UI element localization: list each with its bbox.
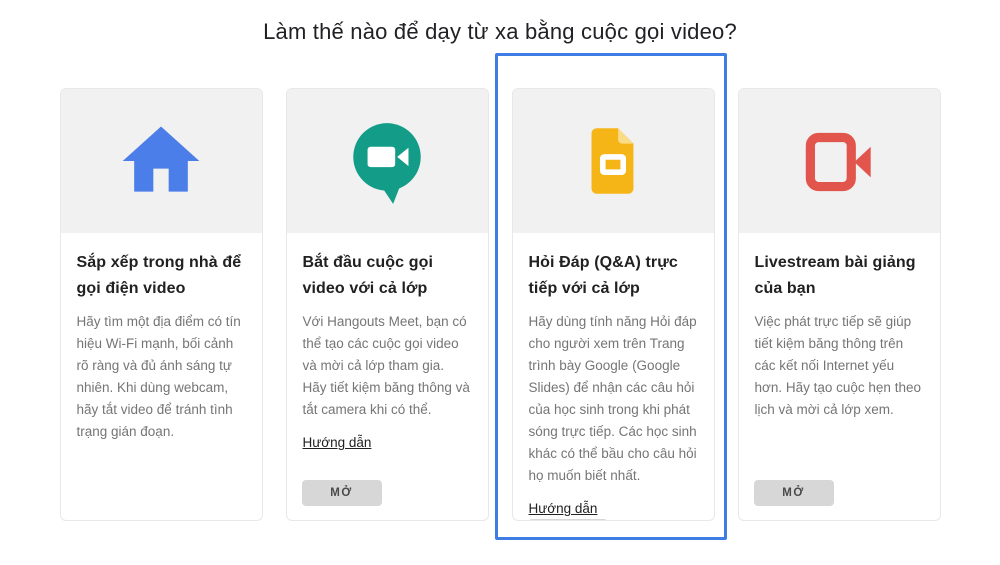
card-icon-area xyxy=(61,89,262,233)
card: Livestream bài giảng của bạn Việc phát t… xyxy=(738,88,941,521)
card-footer: MỞ xyxy=(739,480,940,520)
guide-link[interactable]: Hướng dẫn xyxy=(303,433,372,453)
card-start-video-call: Bắt đầu cuộc gọi video với cả lớp Với Ha… xyxy=(286,88,489,521)
card-qa-live: Hỏi Đáp (Q&A) trực tiếp với cả lớp Hãy d… xyxy=(512,88,715,521)
card-icon-area xyxy=(287,89,488,233)
hangouts-meet-icon xyxy=(341,115,433,207)
card: Bắt đầu cuộc gọi video với cả lớp Với Ha… xyxy=(286,88,489,521)
card-text: Hãy tìm một địa điểm có tín hiệu Wi-Fi m… xyxy=(77,311,246,443)
open-button[interactable]: MỞ xyxy=(754,480,834,506)
card-body: Livestream bài giảng của bạn Việc phát t… xyxy=(739,233,940,480)
card-body: Sắp xếp trong nhà để gọi điện video Hãy … xyxy=(61,233,262,520)
card-heading: Bắt đầu cuộc gọi video với cả lớp xyxy=(303,250,472,302)
card-icon-area xyxy=(513,89,714,233)
card-text: Hãy dùng tính năng Hỏi đáp cho người xem… xyxy=(529,311,698,487)
card-footer: MỞ xyxy=(287,480,488,520)
page-title: Làm thế nào để dạy từ xa bằng cuộc gọi v… xyxy=(0,16,1000,48)
open-button[interactable]: MỞ xyxy=(528,519,608,521)
open-button[interactable]: MỞ xyxy=(302,480,382,506)
card-livestream: Livestream bài giảng của bạn Việc phát t… xyxy=(738,88,941,521)
guide-link[interactable]: Hướng dẫn xyxy=(529,499,598,519)
card-body: Hỏi Đáp (Q&A) trực tiếp với cả lớp Hãy d… xyxy=(513,233,714,519)
card-icon-area xyxy=(739,89,940,233)
card: Hỏi Đáp (Q&A) trực tiếp với cả lớp Hãy d… xyxy=(512,88,715,521)
google-slides-icon xyxy=(567,115,659,207)
card-body: Bắt đầu cuộc gọi video với cả lớp Với Ha… xyxy=(287,233,488,480)
home-icon xyxy=(115,115,207,207)
card-footer: MỞ xyxy=(513,519,714,521)
card-setup-home: Sắp xếp trong nhà để gọi điện video Hãy … xyxy=(60,88,263,521)
card-heading: Sắp xếp trong nhà để gọi điện video xyxy=(77,250,246,302)
card-text: Với Hangouts Meet, bạn có thể tạo các cu… xyxy=(303,311,472,421)
livestream-camera-icon xyxy=(793,115,885,207)
card: Sắp xếp trong nhà để gọi điện video Hãy … xyxy=(60,88,263,521)
card-heading: Hỏi Đáp (Q&A) trực tiếp với cả lớp xyxy=(529,250,698,302)
card-heading: Livestream bài giảng của bạn xyxy=(755,250,924,302)
card-text: Việc phát trực tiếp sẽ giúp tiết kiệm bă… xyxy=(755,311,924,421)
cards-row: Sắp xếp trong nhà để gọi điện video Hãy … xyxy=(0,88,1000,521)
